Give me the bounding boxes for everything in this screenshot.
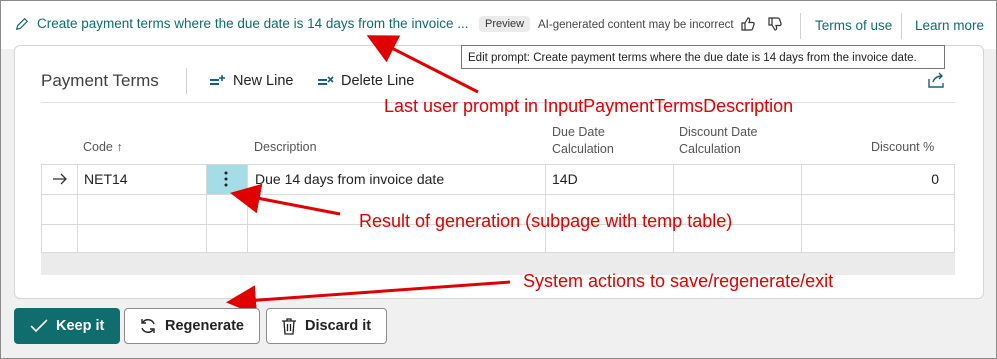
grid-line	[42, 194, 954, 195]
keep-it-button[interactable]: Keep it	[14, 308, 120, 344]
thumbs-up-icon[interactable]	[740, 16, 756, 32]
regenerate-label: Regenerate	[165, 318, 244, 334]
grid-line	[247, 165, 248, 252]
edit-prompt-link[interactable]: Create payment terms where the due date …	[15, 16, 468, 31]
column-header-description[interactable]: Description	[254, 139, 317, 156]
grid-line	[545, 165, 546, 252]
cell-description[interactable]: Due 14 days from invoice date	[255, 171, 444, 187]
column-header-code[interactable]: Code ↑	[83, 139, 123, 156]
preview-badge: Preview	[479, 16, 531, 32]
grid-line	[206, 165, 207, 252]
delete-line-label: Delete Line	[341, 73, 415, 89]
copilot-header: Create payment terms where the due date …	[1, 1, 996, 49]
annotation-prompt: Last user prompt in InputPaymentTermsDes…	[384, 96, 794, 116]
learn-more-link[interactable]: Learn more	[915, 18, 984, 33]
header-line: Discount Date	[679, 125, 758, 139]
payment-terms-subpage: Payment Terms New Line Delete Line Code …	[14, 45, 984, 299]
new-line-button[interactable]: New Line	[209, 73, 293, 89]
column-header-discount-date-calculation[interactable]: Discount Date Calculation	[679, 124, 758, 158]
current-row-arrow-icon	[53, 173, 67, 185]
thumbs-down-icon[interactable]	[767, 16, 783, 32]
discard-it-label: Discard it	[305, 318, 372, 334]
checkmark-icon	[30, 319, 48, 333]
keep-it-label: Keep it	[56, 318, 105, 334]
more-options-icon[interactable]	[222, 170, 230, 188]
grid-line	[673, 165, 674, 252]
cell-due-date-calculation[interactable]: 14D	[552, 171, 578, 187]
divider	[800, 13, 801, 39]
divider	[186, 68, 187, 94]
cell-discount-percent[interactable]: 0	[931, 171, 939, 187]
discard-it-button[interactable]: Discard it	[266, 308, 387, 344]
header-line: Calculation	[679, 142, 741, 156]
share-icon[interactable]	[926, 71, 946, 89]
delete-line-button[interactable]: Delete Line	[317, 73, 414, 89]
regenerate-icon	[141, 319, 155, 333]
divider	[901, 13, 902, 39]
grid-line	[801, 165, 802, 252]
prompt-text: Create payment terms where the due date …	[37, 16, 469, 31]
edit-prompt-tooltip: Edit prompt: Create payment terms where …	[461, 45, 945, 69]
annotation-actions: System actions to save/regenerate/exit	[523, 271, 834, 291]
annotation-result: Result of generation (subpage with temp …	[359, 211, 733, 231]
trash-icon	[282, 318, 296, 335]
header-line: Due Date	[552, 125, 605, 139]
page-title: Payment Terms	[41, 71, 159, 90]
column-header-discount-percent[interactable]: Discount %	[871, 139, 934, 156]
column-header-due-date-calculation[interactable]: Due Date Calculation	[552, 124, 614, 158]
payment-terms-grid: NET14 Due 14 days from invoice date 14D …	[41, 164, 955, 253]
header-line: Calculation	[552, 142, 614, 156]
regenerate-button[interactable]: Regenerate	[124, 308, 260, 344]
ai-disclaimer: AI-generated content may be incorrect	[538, 19, 734, 31]
cell-code[interactable]: NET14	[84, 171, 128, 187]
terms-of-use-link[interactable]: Terms of use	[815, 18, 892, 33]
new-line-label: New Line	[233, 73, 294, 89]
grid-line	[77, 165, 78, 252]
pencil-icon	[15, 17, 29, 30]
delete-line-icon	[318, 76, 334, 85]
new-line-icon	[210, 75, 225, 85]
